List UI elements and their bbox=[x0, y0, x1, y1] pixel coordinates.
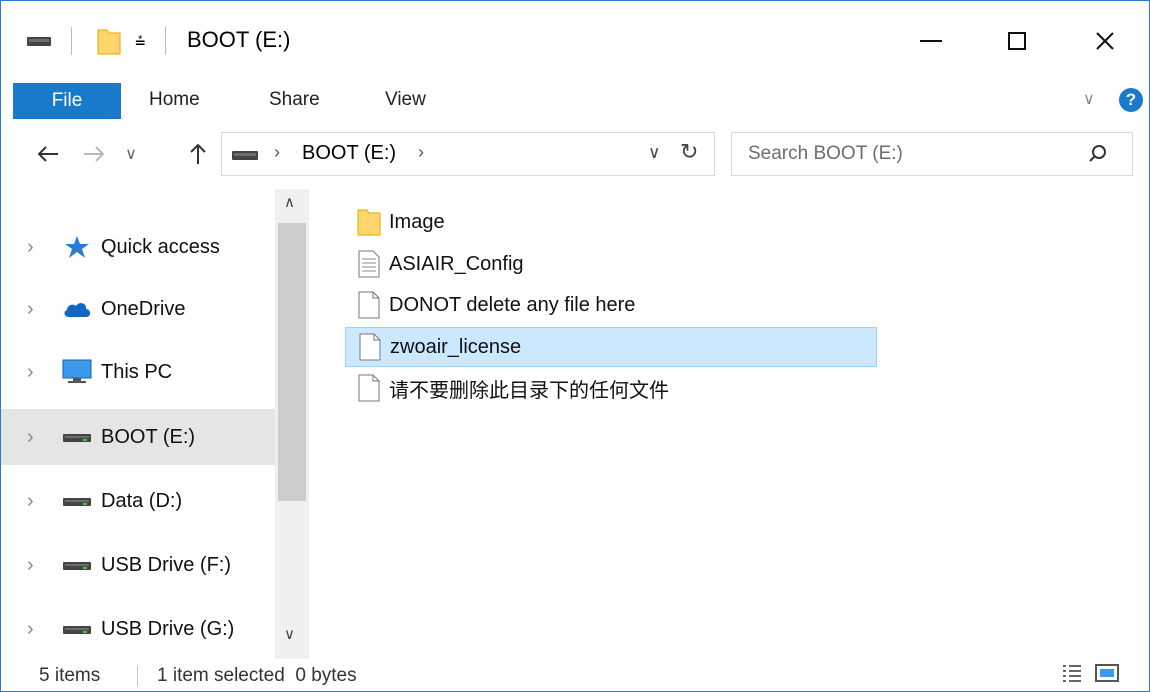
breadcrumb-item[interactable]: BOOT (E:) bbox=[302, 142, 396, 165]
file-list: Image ASIAIR_Config DONOT delete any fil… bbox=[311, 189, 1149, 659]
tab-home[interactable]: Home bbox=[149, 81, 200, 119]
navigation-pane: › Quick access › OneDrive › This PC › BO… bbox=[1, 189, 311, 659]
expand-chevron-icon[interactable]: › bbox=[27, 298, 34, 321]
search-icon[interactable] bbox=[1088, 144, 1108, 164]
drive-icon bbox=[61, 552, 93, 578]
address-bar[interactable]: › BOOT (E:) › ∨ ↻ bbox=[221, 132, 715, 176]
forward-arrow-icon bbox=[84, 146, 105, 162]
navigation-bar: ∨ › BOOT (E:) › ∨ ↻ Search BOOT (E:) bbox=[1, 119, 1149, 189]
sidebar-item-quick-access[interactable]: › Quick access bbox=[1, 219, 275, 275]
close-icon bbox=[1096, 32, 1114, 50]
cloud-icon bbox=[61, 296, 93, 322]
file-icon bbox=[358, 332, 382, 362]
expand-chevron-icon[interactable]: › bbox=[27, 236, 34, 259]
search-placeholder: Search BOOT (E:) bbox=[748, 143, 903, 164]
breadcrumb-chevron-icon[interactable]: › bbox=[418, 142, 424, 163]
minimize-icon bbox=[920, 40, 942, 42]
list-item[interactable]: Image bbox=[345, 203, 875, 241]
sidebar-item-label: USB Drive (F:) bbox=[101, 553, 231, 576]
scroll-up-icon[interactable]: ∧ bbox=[284, 193, 295, 211]
list-item[interactable]: DONOT delete any file here bbox=[345, 286, 875, 324]
sidebar-item-onedrive[interactable]: › OneDrive bbox=[1, 281, 275, 337]
sidebar-item-label: This PC bbox=[101, 360, 173, 383]
sidebar-item-label: OneDrive bbox=[101, 297, 186, 320]
up-arrow-icon bbox=[190, 143, 206, 164]
search-box[interactable]: Search BOOT (E:) bbox=[731, 132, 1133, 176]
scroll-down-icon[interactable]: ∨ bbox=[284, 625, 295, 643]
sidebar-item-label: Data (D:) bbox=[101, 489, 183, 512]
drive-icon bbox=[61, 616, 93, 642]
tab-file[interactable]: File bbox=[13, 83, 121, 119]
vertical-scrollbar[interactable]: ∧ ∨ bbox=[275, 189, 309, 659]
selection-info: 1 item selected 0 bytes bbox=[157, 665, 357, 686]
expand-chevron-icon[interactable]: › bbox=[27, 554, 34, 577]
minimize-button[interactable] bbox=[901, 15, 961, 67]
title-separator bbox=[71, 1, 72, 81]
computer-icon bbox=[61, 359, 93, 385]
up-button[interactable] bbox=[181, 137, 215, 171]
breadcrumb-chevron-icon: › bbox=[274, 142, 280, 162]
back-arrow-icon bbox=[37, 146, 58, 162]
explorer-window: ⩮ BOOT (E:) File Home Share View ∨ ? ∨ ›… bbox=[0, 0, 1150, 692]
sidebar-item-label: BOOT (E:) bbox=[101, 425, 196, 448]
details-view-icon[interactable] bbox=[1061, 663, 1085, 685]
file-name: Image bbox=[389, 210, 445, 233]
folder-icon[interactable] bbox=[97, 1, 121, 81]
expand-ribbon-icon[interactable]: ∨ bbox=[1083, 81, 1095, 119]
item-count: 5 items bbox=[39, 665, 101, 686]
folder-icon bbox=[357, 207, 381, 237]
status-bar: 5 items 1 item selected 0 bytes bbox=[1, 659, 1149, 691]
title-separator bbox=[165, 1, 166, 81]
expand-chevron-icon[interactable]: › bbox=[27, 361, 34, 384]
help-icon: ? bbox=[1119, 88, 1143, 112]
sidebar-item-usb-drive-g[interactable]: › USB Drive (G:) bbox=[1, 601, 275, 657]
help-button[interactable]: ? bbox=[1119, 81, 1143, 119]
sidebar-item-label: Quick access bbox=[101, 235, 220, 258]
file-name: ASIAIR_Config bbox=[389, 252, 524, 275]
title-bar: ⩮ BOOT (E:) bbox=[1, 1, 1149, 81]
refresh-icon[interactable]: ↻ bbox=[680, 139, 698, 165]
tab-view[interactable]: View bbox=[385, 81, 426, 119]
expand-chevron-icon[interactable]: › bbox=[27, 618, 34, 641]
sidebar-item-label: USB Drive (G:) bbox=[101, 617, 235, 640]
file-name: 请不要删除此目录下的任何文件 bbox=[389, 379, 669, 402]
sidebar-item-boot-drive[interactable]: › BOOT (E:) bbox=[1, 409, 275, 465]
forward-button[interactable] bbox=[77, 137, 111, 171]
expand-chevron-icon[interactable]: › bbox=[27, 426, 34, 449]
back-button[interactable] bbox=[31, 137, 65, 171]
expand-chevron-icon[interactable]: › bbox=[27, 490, 34, 513]
maximize-button[interactable] bbox=[987, 15, 1047, 67]
list-item[interactable]: ASIAIR_Config bbox=[345, 245, 875, 283]
sidebar-item-usb-drive-f[interactable]: › USB Drive (F:) bbox=[1, 537, 275, 593]
status-separator bbox=[137, 665, 138, 687]
list-item[interactable]: zwoair_license bbox=[345, 327, 877, 367]
window-title: BOOT (E:) bbox=[187, 27, 291, 52]
text-file-icon bbox=[357, 249, 381, 279]
sidebar-item-data-drive[interactable]: › Data (D:) bbox=[1, 473, 275, 529]
drive-icon bbox=[27, 1, 51, 81]
drive-icon bbox=[61, 488, 93, 514]
close-button[interactable] bbox=[1075, 15, 1135, 67]
ribbon-tabs: File Home Share View ∨ ? bbox=[1, 81, 1149, 120]
large-icons-view-icon[interactable] bbox=[1095, 663, 1123, 685]
file-name: DONOT delete any file here bbox=[389, 293, 636, 316]
scrollbar-thumb[interactable] bbox=[278, 223, 306, 501]
address-dropdown-icon[interactable]: ∨ bbox=[648, 143, 660, 163]
list-item[interactable]: 请不要删除此目录下的任何文件 bbox=[345, 369, 875, 407]
customize-toolbar-icon[interactable]: ⩮ bbox=[135, 1, 146, 81]
star-icon bbox=[61, 234, 93, 260]
drive-icon bbox=[61, 424, 93, 450]
drive-icon bbox=[232, 148, 258, 166]
file-icon bbox=[357, 373, 381, 403]
sidebar-item-this-pc[interactable]: › This PC bbox=[1, 344, 275, 400]
file-icon bbox=[357, 290, 381, 320]
file-name: zwoair_license bbox=[390, 335, 522, 358]
recent-locations-icon[interactable]: ∨ bbox=[117, 137, 145, 171]
tab-share[interactable]: Share bbox=[269, 81, 320, 119]
maximize-icon bbox=[1008, 32, 1026, 50]
